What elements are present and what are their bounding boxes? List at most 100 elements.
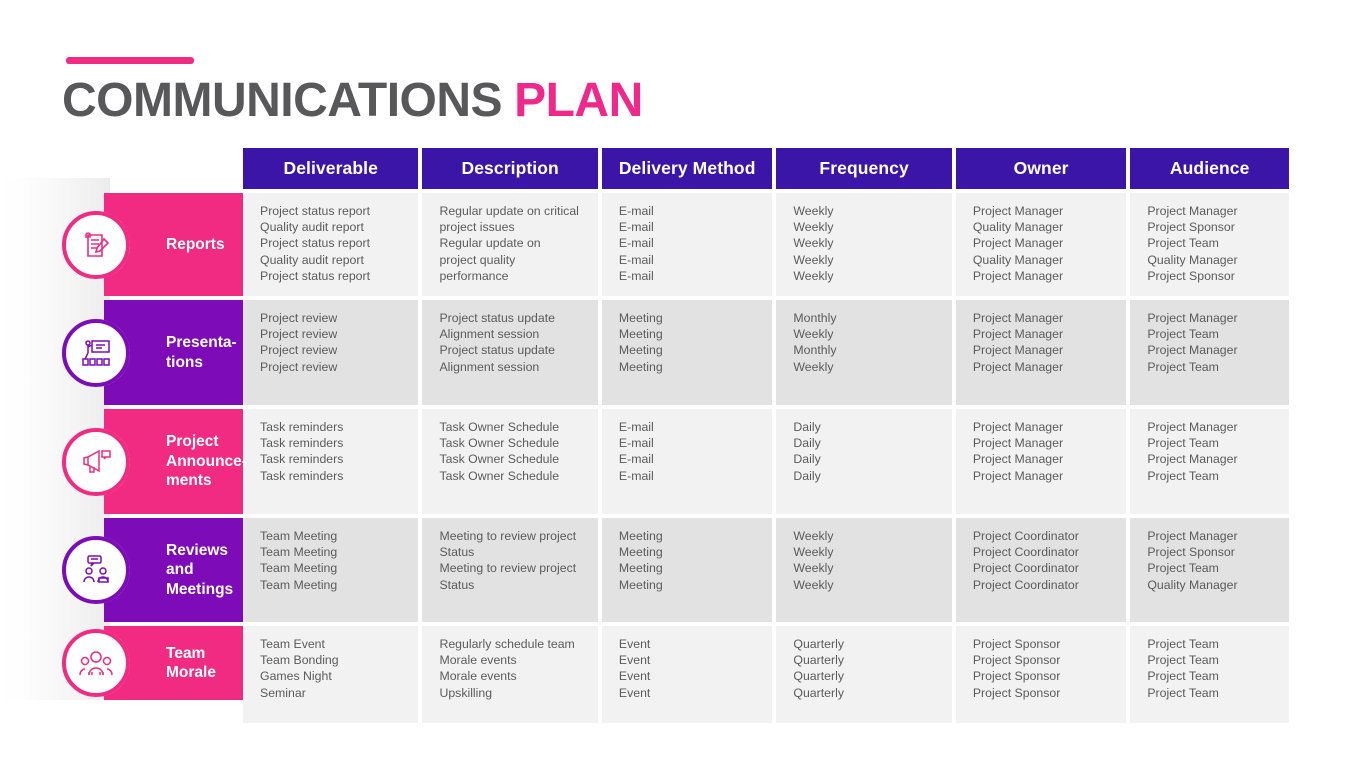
title-accent-rule <box>66 57 194 64</box>
cell-description: Regular update on critical project issues… <box>422 193 598 296</box>
cell-line: Event <box>618 637 651 651</box>
cell-line: Project Manager <box>972 452 1064 467</box>
cell-line: Alignment session <box>439 327 540 342</box>
report-document-pen-icon <box>62 210 130 279</box>
cell-deliverable: Team Meeting Team Meeting Team Meeting Team… <box>243 518 419 622</box>
cell-line: Project Manager <box>972 268 1064 283</box>
cell-frequency: Daily Daily Daily Daily <box>776 409 952 514</box>
cell-line: Seminar <box>260 685 306 700</box>
cell-line: Weekly <box>793 359 834 374</box>
cell-line: Project Manager <box>1147 311 1238 325</box>
cell-frequency: Weekly Weekly Weekly Weekly Weekly <box>776 193 952 296</box>
cell-line: Task Owner Schedule <box>439 452 560 467</box>
cell-line: Project review <box>260 311 338 325</box>
cell-line: Quality Manager <box>972 252 1064 267</box>
cell-delivery-method: E-mail E-mail E-mail E-mail E-mail <box>601 193 773 296</box>
cell-description: Project status update Alignment session Pr… <box>422 300 598 405</box>
cell-line: Quarterly <box>793 653 844 668</box>
cell-line: Project Team <box>1147 637 1219 651</box>
page-title: COMMUNICATIONS PLAN <box>62 72 643 130</box>
column-header-deliverable[interactable]: Deliverable <box>243 148 419 189</box>
cell-line: Project Coordinator <box>972 577 1079 592</box>
cell-line: Team Meeting <box>260 561 338 576</box>
cell-line: Project Manager <box>972 359 1064 374</box>
cell-line: Meeting <box>618 529 663 543</box>
cell-line: project issues <box>439 220 515 235</box>
cell-line: Meeting <box>618 327 663 342</box>
cell-line: Project review <box>260 343 338 358</box>
cell-line: Quality Manager <box>972 220 1064 235</box>
cell-line: Regularly schedule team <box>439 637 575 651</box>
cell-line: Project status report <box>260 204 371 218</box>
cell-delivery-method: Meeting Meeting Meeting Meeting <box>601 300 773 405</box>
slide-footer: POWERSLIDES 6 WWW.POWERLIDES.COM <box>0 700 1365 760</box>
cell-line: Project Sponsor <box>1147 545 1235 560</box>
cell-line: Project status report <box>260 236 371 251</box>
cell-line: Task Owner Schedule <box>439 436 560 451</box>
cell-audience: Project Manager Project Team Project Manag… <box>1130 409 1289 514</box>
cell-line: Meeting <box>618 545 663 560</box>
column-header-frequency[interactable]: Frequency <box>776 148 952 189</box>
cell-line: E-mail <box>618 236 654 251</box>
cell-line: Project Sponsor <box>972 685 1061 700</box>
cell-delivery-method: Meeting Meeting Meeting Meeting <box>601 518 773 622</box>
category-tab-presentations[interactable]: Presenta- tions <box>62 300 243 405</box>
cell-audience: Project Manager Project Sponsor Project Te… <box>1130 518 1289 622</box>
cell-delivery-method: E-mail E-mail E-mail E-mail <box>601 409 773 514</box>
cell-line: Weekly <box>793 577 834 592</box>
cell-line: Project Manager <box>972 311 1064 325</box>
cell-line: Monthly <box>793 311 837 325</box>
cell-deliverable: Project status report Quality audit repor… <box>243 193 419 296</box>
cell-line: Project Coordinator <box>972 561 1079 576</box>
cell-line: Weekly <box>793 529 834 543</box>
cell-line: Task reminders <box>260 420 344 434</box>
category-label: Presenta- tions <box>166 334 237 371</box>
people-discussion-meeting-icon <box>62 536 130 604</box>
cell-line: Quarterly <box>793 685 844 700</box>
cell-line: Project Team <box>1147 468 1219 483</box>
page-title-part1: COMMUNICATIONS <box>62 74 503 127</box>
column-header-delivery-method[interactable]: Delivery Method <box>601 148 773 189</box>
category-label: Team Morale <box>166 644 216 682</box>
cell-line: Project Team <box>1147 236 1219 251</box>
column-header-description[interactable]: Description <box>422 148 598 189</box>
cell-line: Regular update on <box>439 236 541 251</box>
cell-line: Morale events <box>439 653 517 668</box>
table-row: Team Meeting Team Meeting Team Meeting Team… <box>243 518 1289 622</box>
cell-line: Project status report <box>260 268 371 283</box>
cell-line: E-mail <box>618 452 654 467</box>
communications-plan-table: Deliverable Description Delivery Method … <box>243 148 1289 723</box>
cell-line: Project Team <box>1147 669 1219 684</box>
cell-owner: Project Manager Quality Manager Project Ma… <box>955 193 1127 296</box>
slide-canvas: COMMUNICATIONS PLAN Deliverable Descripti… <box>0 0 1365 767</box>
cell-owner: Project Coordinator Project Coordinator Pr… <box>955 518 1127 622</box>
cell-description: Meeting to review project Status Meeting t… <box>422 518 598 622</box>
column-header-owner[interactable]: Owner <box>955 148 1127 189</box>
cell-line: Quarterly <box>793 637 844 651</box>
cell-line: E-mail <box>618 268 654 283</box>
cell-line: Alignment session <box>439 359 540 374</box>
cell-line: Quality Manager <box>1147 577 1238 592</box>
cell-line: Daily <box>793 452 821 467</box>
cell-line: Team Meeting <box>260 529 338 543</box>
category-tab-team-morale[interactable]: Team Morale <box>62 626 243 700</box>
cell-line: Task reminders <box>260 468 344 483</box>
cell-line: Project Manager <box>972 343 1064 358</box>
category-tab-reviews-and-meetings[interactable]: Reviews and Meetings <box>62 518 243 622</box>
cell-line: Project Sponsor <box>972 653 1061 668</box>
cell-line: Quality audit report <box>260 220 364 235</box>
cell-line: Project status update <box>439 311 555 325</box>
cell-line: E-mail <box>618 204 654 218</box>
cell-line: Project review <box>260 359 338 374</box>
cell-line: Meeting to review project <box>439 529 577 543</box>
cell-line: E-mail <box>618 420 654 434</box>
column-header-audience[interactable]: Audience <box>1130 148 1289 189</box>
cell-line: Daily <box>793 420 821 434</box>
cell-owner: Project Manager Project Manager Project Ma… <box>955 409 1127 514</box>
cell-line: Project Manager <box>972 436 1064 451</box>
cell-line: Weekly <box>793 204 834 218</box>
cell-line: performance <box>439 268 509 283</box>
category-tab-project-announcements[interactable]: Project Announce- ments <box>62 409 247 514</box>
cell-line: Project review <box>260 327 338 342</box>
category-tab-reports[interactable]: Reports <box>62 193 243 296</box>
